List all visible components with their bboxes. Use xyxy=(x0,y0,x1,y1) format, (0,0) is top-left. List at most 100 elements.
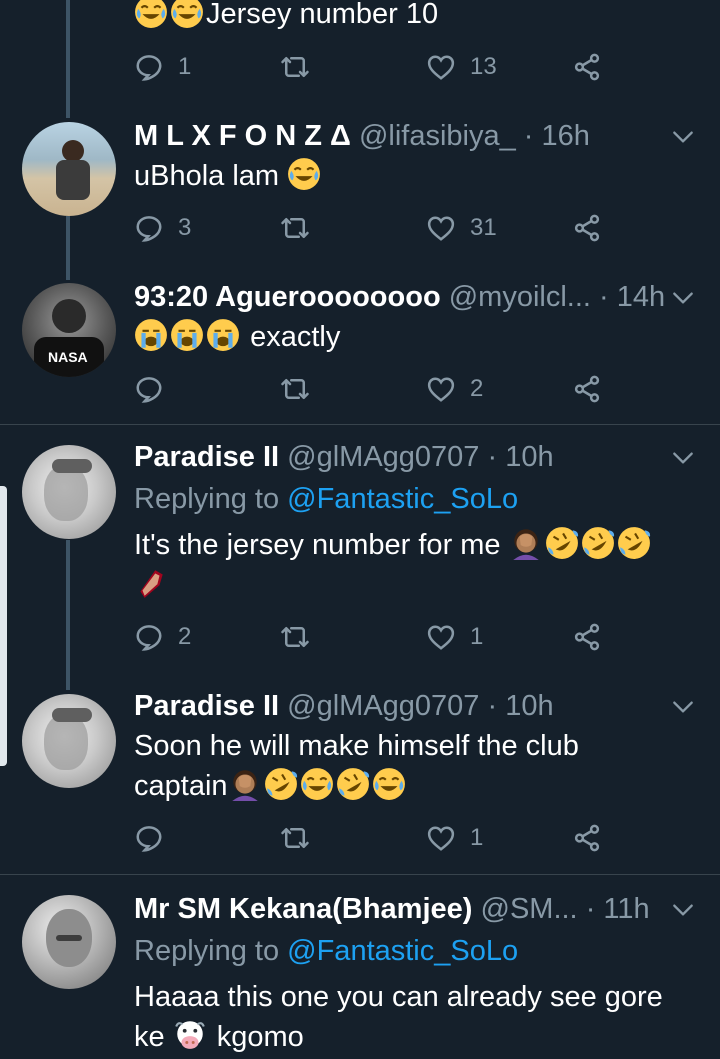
tweet-text: It's the jersey number for me xyxy=(134,525,653,565)
reply-bubble-icon xyxy=(134,622,164,652)
reply-button[interactable]: 1 xyxy=(134,47,191,87)
facepalm-emoji xyxy=(509,526,543,560)
reply-bubble-icon xyxy=(134,213,164,243)
retweet-button[interactable] xyxy=(280,617,310,657)
tweet-text: Jersey number 10 xyxy=(134,0,438,34)
tweet-actions: 2 1 xyxy=(134,617,614,657)
mention-link[interactable]: @Fantastic_SoLo xyxy=(287,483,518,515)
tweet-text: exactly xyxy=(134,317,340,357)
loudly-crying-emoji xyxy=(134,318,168,352)
tweet-text: Soon he will make himself the club xyxy=(134,730,579,762)
tweet[interactable]: Mr SM Kekana(Bhamjee) @SM... · 11h Reply… xyxy=(0,889,720,1059)
tweet-header: Paradise II @glMAgg0707 · 10h xyxy=(134,686,554,726)
tweet-separator xyxy=(0,424,720,425)
rofl-emoji xyxy=(336,767,370,801)
share-icon xyxy=(572,374,602,404)
rofl-emoji xyxy=(617,526,651,560)
chevron-down-icon[interactable] xyxy=(670,124,696,150)
avatar[interactable] xyxy=(22,122,116,216)
share-icon xyxy=(572,213,602,243)
reply-button[interactable] xyxy=(134,369,164,409)
display-name[interactable]: M L X F O N Z Δ xyxy=(134,120,351,152)
like-button[interactable]: 1 xyxy=(426,617,483,657)
heart-icon xyxy=(426,213,456,243)
reply-button[interactable]: 3 xyxy=(134,208,191,248)
avatar[interactable]: NASA xyxy=(22,283,116,377)
retweet-button[interactable] xyxy=(280,47,310,87)
reply-button[interactable]: 2 xyxy=(134,617,191,657)
timestamp: · 11h xyxy=(585,893,650,925)
scrollbar-thumb[interactable] xyxy=(0,486,7,766)
chevron-down-icon[interactable] xyxy=(670,445,696,471)
retweet-icon xyxy=(280,823,310,853)
rofl-emoji xyxy=(581,526,615,560)
rofl-emoji xyxy=(264,767,298,801)
retweet-icon xyxy=(280,622,310,652)
reply-bubble-icon xyxy=(134,374,164,404)
display-name[interactable]: Paradise II xyxy=(134,441,279,473)
chevron-down-icon[interactable] xyxy=(670,694,696,720)
tweet[interactable]: Paradise II @glMAgg0707 · 10h Replying t… xyxy=(0,437,720,677)
handle[interactable]: @lifasibiya_ xyxy=(359,120,516,152)
share-icon xyxy=(572,823,602,853)
display-name[interactable]: Mr SM Kekana(Bhamjee) xyxy=(134,893,472,925)
like-button[interactable]: 13 xyxy=(426,47,497,87)
like-button[interactable]: 31 xyxy=(426,208,497,248)
timestamp: · 14h xyxy=(599,281,666,313)
tweet[interactable]: NASA 93:20 Agueroooooooo @myoilcl... · 1… xyxy=(0,277,720,422)
like-button[interactable]: 1 xyxy=(426,818,483,858)
display-name[interactable]: 93:20 Agueroooooooo xyxy=(134,281,441,313)
share-button[interactable] xyxy=(572,818,602,858)
like-button[interactable]: 2 xyxy=(426,369,483,409)
avatar[interactable] xyxy=(22,445,116,539)
retweet-icon xyxy=(280,374,310,404)
tears-of-joy-emoji xyxy=(372,767,406,801)
replying-to: Replying to @Fantastic_SoLo xyxy=(134,935,519,967)
retweet-button[interactable] xyxy=(280,818,310,858)
heart-icon xyxy=(426,823,456,853)
share-icon xyxy=(572,622,602,652)
tweet-text: Haaaa this one you can already see gore xyxy=(134,981,663,1013)
cow-face-emoji xyxy=(173,1018,207,1052)
tweet-actions: 2 xyxy=(134,369,614,409)
share-icon xyxy=(572,52,602,82)
display-name[interactable]: Paradise II xyxy=(134,690,279,722)
retweet-button[interactable] xyxy=(280,369,310,409)
like-count: 1 xyxy=(470,623,484,650)
handle[interactable]: @SM... xyxy=(481,893,578,925)
avatar[interactable] xyxy=(22,895,116,989)
tweet[interactable]: Paradise II @glMAgg0707 · 10h Soon he wi… xyxy=(0,686,720,866)
timestamp: · 10h xyxy=(487,441,554,473)
tears-of-joy-emoji xyxy=(300,767,334,801)
handle[interactable]: @glMAgg0707 xyxy=(287,690,479,722)
tweet-header: Paradise II @glMAgg0707 · 10h xyxy=(134,437,554,477)
reply-bubble-icon xyxy=(134,823,164,853)
reply-count: 1 xyxy=(178,53,192,80)
timestamp: · 10h xyxy=(487,690,554,722)
tweet-header: 93:20 Agueroooooooo @myoilcl... · 14h xyxy=(134,277,665,317)
retweet-icon xyxy=(280,213,310,243)
reply-button[interactable] xyxy=(134,818,164,858)
avatar[interactable] xyxy=(22,694,116,788)
tweet-text: ke kgomo xyxy=(134,1017,304,1057)
tears-of-joy-emoji xyxy=(170,0,204,29)
tweet[interactable]: Jersey number 10 1 13 xyxy=(0,0,720,110)
handle[interactable]: @myoilcl... xyxy=(449,281,591,313)
tweet[interactable]: M L X F O N Z Δ @lifasibiya_ · 16h uBhol… xyxy=(0,116,720,266)
reply-bubble-icon xyxy=(134,52,164,82)
chevron-down-icon[interactable] xyxy=(670,285,696,311)
heart-icon xyxy=(426,374,456,404)
replying-to: Replying to @Fantastic_SoLo xyxy=(134,483,519,515)
share-button[interactable] xyxy=(572,369,602,409)
share-button[interactable] xyxy=(572,617,602,657)
facepalm-emoji xyxy=(228,767,262,801)
chevron-down-icon[interactable] xyxy=(670,897,696,923)
rofl-emoji xyxy=(545,526,579,560)
handle[interactable]: @glMAgg0707 xyxy=(287,441,479,473)
like-count: 1 xyxy=(470,824,484,851)
tweet-text: captain xyxy=(134,766,408,806)
share-button[interactable] xyxy=(572,47,602,87)
share-button[interactable] xyxy=(572,208,602,248)
retweet-button[interactable] xyxy=(280,208,310,248)
mention-link[interactable]: @Fantastic_SoLo xyxy=(287,935,518,967)
